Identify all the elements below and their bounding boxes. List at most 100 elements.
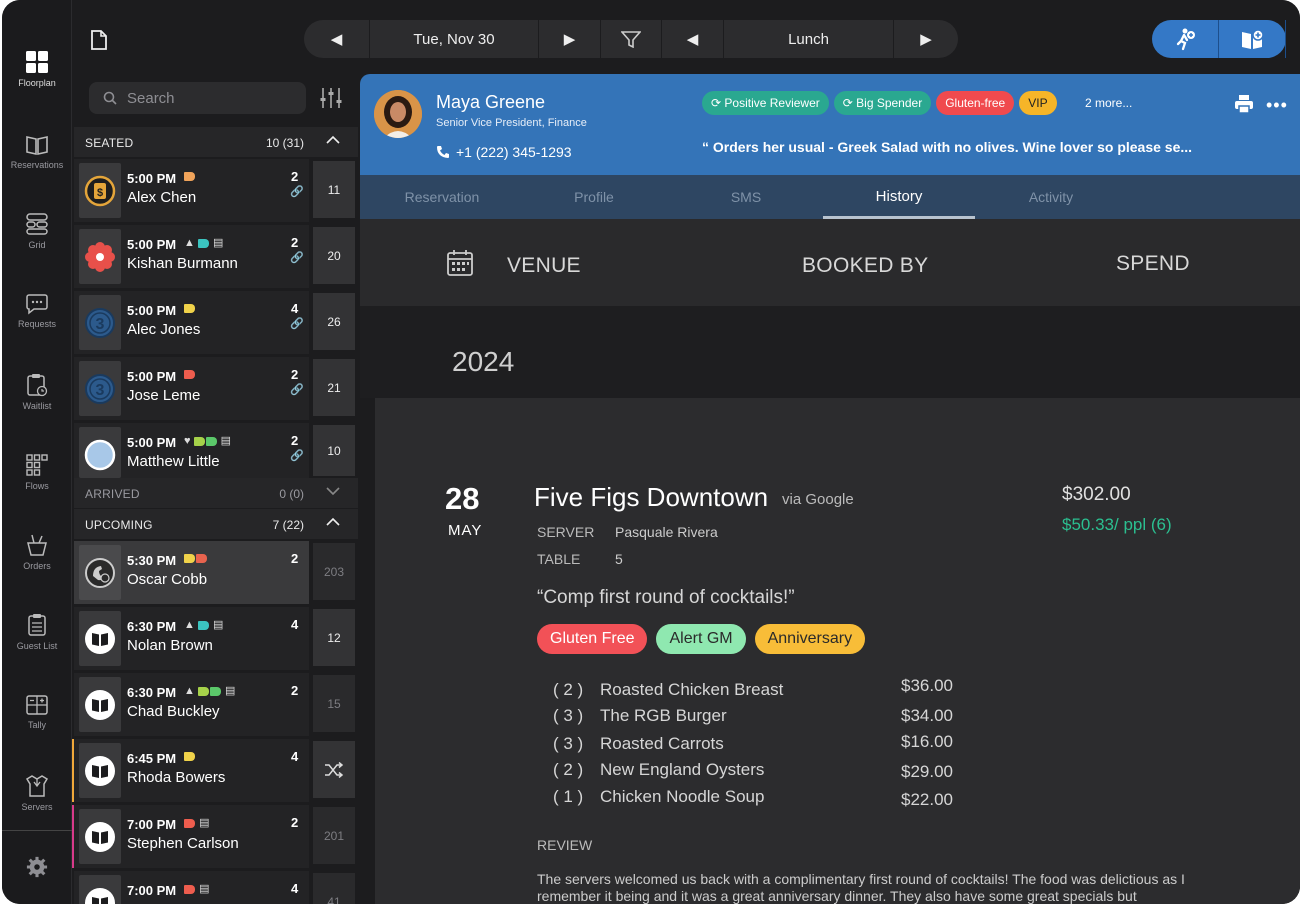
table-number[interactable]: 201 (313, 807, 355, 864)
next-shift-button[interactable]: ▶ (894, 20, 958, 58)
list-item[interactable]: 7:00 PM ▤ Stephen Carlson 2 201 (72, 805, 358, 868)
more-options-icon[interactable]: ••• (1266, 95, 1288, 116)
heart-icon: ♥ (184, 435, 191, 447)
sliders-icon[interactable] (319, 86, 343, 110)
nav-flows[interactable]: Flows (2, 453, 72, 523)
table-number[interactable]: 15 (313, 675, 355, 732)
tab-history[interactable]: History (823, 175, 975, 219)
tab-sms[interactable]: SMS (670, 175, 822, 219)
list-item[interactable]: 5:00 PM ♥ ▤ Matthew Little 2 🔗 10 (74, 423, 358, 478)
item-name: Chicken Noodle Soup (600, 787, 765, 806)
list-item[interactable]: 6:45 PM Rhoda Bowers 4 (72, 739, 358, 802)
tab-activity[interactable]: Activity (975, 175, 1127, 219)
guest-tags: ⟳ Positive Reviewer ⟳ Big Spender Gluten… (702, 91, 1057, 115)
shift-selector[interactable]: Lunch (724, 20, 894, 58)
book-icon (85, 624, 115, 654)
table-number[interactable]: 203 (313, 543, 355, 600)
floorplan-icon (26, 51, 48, 73)
prev-date-button[interactable]: ◀ (304, 20, 370, 58)
printer-icon[interactable] (1234, 94, 1254, 114)
list-item[interactable]: 6:30 PM ▲ ▤ Chad Buckley 2 15 (74, 673, 358, 736)
list-item[interactable]: $ 5:00 PM Alex Chen 2 🔗 11 (74, 159, 358, 222)
nav-divider (2, 830, 72, 831)
table-number[interactable]: 41 (313, 873, 355, 904)
nav-grid[interactable]: Grid (2, 212, 72, 282)
nav-label: Servers (21, 802, 53, 812)
nav-servers[interactable]: Servers (2, 774, 72, 844)
tag-icon (209, 686, 221, 696)
link-icon: 🔗 (290, 384, 304, 396)
visit-tag[interactable]: Gluten Free (537, 624, 648, 654)
server-name: Pasquale Rivera (615, 524, 718, 540)
guest-tag[interactable]: ⟳ Big Spender (833, 91, 932, 115)
section-count: 10 (31) (265, 136, 304, 150)
tab-profile[interactable]: Profile (518, 175, 670, 219)
date-selector[interactable]: Tue, Nov 30 (370, 20, 539, 58)
section-label: UPCOMING (85, 518, 153, 532)
list-item[interactable]: 7:00 PM ▤ 4 41 (74, 871, 358, 904)
reservation-time: 6:30 PM (127, 619, 177, 634)
tag-icons: ▲ ▤ (184, 618, 223, 631)
visit-note: “Comp first round of cocktails!” (537, 587, 795, 608)
nav-guest-list[interactable]: Guest List (2, 613, 72, 683)
item-price: $29.00 (901, 762, 953, 781)
column-booked-by[interactable]: BOOKED BY (802, 254, 928, 278)
list-item[interactable]: 3 5:00 PM Jose Leme 2 🔗 21 (74, 357, 358, 420)
party-size: 4 (291, 301, 299, 316)
visit-card[interactable]: 28 MAY Five Figs Downtown via Google SER… (375, 398, 1300, 904)
list-item[interactable]: 3 5:00 PM Alec Jones 4 🔗 26 (74, 291, 358, 354)
note-icon: ▤ (213, 237, 224, 249)
table-number[interactable]: 11 (313, 161, 355, 218)
list-item[interactable]: 6:30 PM ▲ ▤ Nolan Brown 4 12 (74, 607, 358, 670)
visit-tag[interactable]: Anniversary (754, 624, 866, 654)
reservation-time: 6:45 PM (127, 751, 177, 766)
calendar-icon[interactable] (446, 249, 474, 277)
section-upcoming[interactable]: UPCOMING 7 (22) (74, 509, 358, 539)
table-number[interactable]: 20 (313, 227, 355, 284)
visit-tag[interactable]: Alert GM (656, 624, 746, 654)
status-avatar (79, 677, 121, 732)
detail-tabs: Reservation Profile SMS History Activity (360, 175, 1300, 219)
nav-waitlist[interactable]: Waitlist (2, 373, 72, 443)
chevron-up-icon (326, 135, 340, 144)
section-count: 7 (22) (272, 518, 304, 532)
column-spend[interactable]: SPEND (1116, 252, 1190, 276)
bill-paid-icon: $ (84, 175, 116, 207)
search-input[interactable]: Search (89, 82, 306, 114)
table-number[interactable]: 10 (313, 425, 355, 476)
nav-floorplan[interactable]: Floorplan (2, 50, 72, 120)
document-icon[interactable] (90, 30, 108, 50)
guest-tag[interactable]: ⟳ Positive Reviewer (702, 91, 829, 115)
nav-requests[interactable]: Requests (2, 293, 72, 363)
section-seated[interactable]: SEATED 10 (31) (74, 127, 358, 157)
nav-tally[interactable]: Tally (2, 694, 72, 764)
more-tags-link[interactable]: 2 more... (1085, 96, 1132, 110)
section-label: SEATED (85, 136, 134, 150)
app-window: Floorplan Reservations Grid Requests Wai… (2, 0, 1300, 904)
visit-tags: Gluten Free Alert GM Anniversary (537, 624, 866, 654)
add-walk-in-button[interactable] (1152, 20, 1219, 58)
guest-tag[interactable]: Gluten-free (936, 91, 1015, 115)
tab-reservation[interactable]: Reservation (366, 175, 518, 219)
table-number[interactable]: 26 (313, 293, 355, 350)
unassigned-table-button[interactable] (313, 741, 355, 798)
next-date-button[interactable]: ▶ (539, 20, 601, 58)
note-icon: ▤ (220, 435, 232, 447)
prev-shift-button[interactable]: ◀ (662, 20, 724, 58)
guest-name: Maya Greene (436, 92, 546, 112)
guest-tag[interactable]: VIP (1019, 91, 1057, 115)
table-number[interactable]: 21 (313, 359, 355, 416)
table-number[interactable]: 12 (313, 609, 355, 666)
filter-button[interactable] (601, 20, 662, 58)
list-item[interactable]: 5:30 PM Oscar Cobb 2 203 (74, 541, 358, 604)
list-item[interactable]: 5:00 PM ▲ ▤ Kishan Burmann 2 🔗 20 (74, 225, 358, 288)
gear-icon[interactable] (26, 856, 48, 878)
search-placeholder: Search (127, 90, 175, 107)
guest-phone[interactable]: +1 (222) 345-1293 (456, 144, 572, 160)
nav-reservations[interactable]: Reservations (2, 134, 72, 204)
section-arrived[interactable]: ARRIVED 0 (0) (74, 478, 358, 508)
tag-icon (193, 436, 205, 446)
column-venue[interactable]: VENUE (507, 254, 581, 278)
add-reservation-button[interactable] (1219, 20, 1286, 58)
nav-orders[interactable]: Orders (2, 533, 72, 603)
